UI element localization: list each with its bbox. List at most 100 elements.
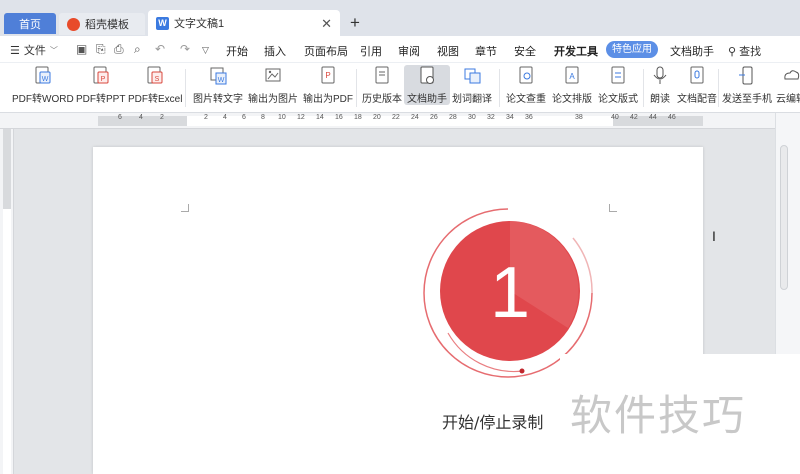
menu-insert[interactable]: 插入	[264, 43, 286, 59]
pdf-to-ppt-button[interactable]: P PDF转PPT	[76, 65, 125, 105]
pdf-to-excel-icon: S	[147, 66, 163, 84]
doc-dubbing-button[interactable]: 文档配音	[677, 65, 717, 105]
image-to-text-label: 图片转文字	[193, 94, 243, 105]
ruler-number: 16	[335, 114, 343, 121]
menu-doc-helper[interactable]: 文档助手	[670, 43, 714, 59]
menu-start[interactable]: 开始	[226, 43, 248, 59]
ruler-number: 28	[449, 114, 457, 121]
chevron-down-icon: ﹀	[49, 45, 58, 55]
redo-icon[interactable]: ↷	[180, 42, 190, 56]
file-menu[interactable]: ☰ 文件 ﹀	[10, 42, 58, 58]
menu-review[interactable]: 审阅	[398, 43, 420, 59]
search-button[interactable]: ⚲ 查找	[728, 43, 761, 59]
tab-home[interactable]: 首页	[4, 13, 56, 34]
menu-view[interactable]: 视图	[437, 43, 459, 59]
ribbon-toolbar: W PDF转WORD P PDF转PPT S PDF转Excel W 图片转文字…	[0, 63, 800, 113]
pdf-to-word-icon: W	[35, 66, 51, 84]
ruler-number: 6	[118, 114, 122, 121]
paper-layout-button[interactable]: A 论文排版	[552, 65, 592, 105]
menu-featured-apps[interactable]: 特色应用	[606, 41, 658, 58]
search-icon: ⚲	[728, 46, 737, 58]
export-pdf-icon: P	[321, 66, 335, 84]
menu-bar: ☰ 文件 ﹀ ▣ ⎘ ⎙ ⌕ ↶ ↷ ▽ 开始 插入 页面布局 引用 审阅 视图…	[0, 36, 800, 63]
export-pdf-label: 输出为PDF	[303, 94, 353, 105]
read-aloud-button[interactable]: 朗读	[650, 65, 670, 105]
ruler-number: 34	[506, 114, 514, 121]
ruler-number: 10	[278, 114, 286, 121]
ring-dot	[519, 368, 525, 374]
export-image-button[interactable]: 输出为图片	[248, 65, 298, 105]
tab-home-label: 首页	[19, 18, 41, 31]
svg-text:P: P	[100, 76, 105, 83]
tab-document[interactable]: W 文字文稿1 ✕	[148, 10, 340, 36]
horizontal-ruler[interactable]: 6 4 2 2 4 6 8 10 12 14 16 18 20 22 24 26…	[0, 113, 775, 129]
paper-format-icon	[611, 66, 625, 84]
microphone-icon	[653, 66, 667, 84]
paper-check-button[interactable]: 论文查重	[506, 65, 546, 105]
ruler-number: 4	[223, 114, 227, 121]
save-as-icon[interactable]: ⎘	[96, 42, 106, 57]
ruler-number: 6	[242, 114, 246, 121]
doc-assistant-label: 文档助手	[407, 94, 447, 105]
image-to-text-button[interactable]: W 图片转文字	[193, 65, 243, 105]
ruler-number: 2	[160, 114, 164, 121]
menu-security[interactable]: 安全	[514, 43, 536, 59]
menu-page-layout[interactable]: 页面布局	[304, 43, 348, 59]
ruler-number: 2	[204, 114, 208, 121]
ribbon-divider	[718, 69, 719, 107]
menu-chapter[interactable]: 章节	[475, 43, 497, 59]
translate-icon	[464, 68, 481, 84]
pdf-to-ppt-icon: P	[93, 66, 109, 84]
save-icon[interactable]: ▣	[76, 42, 87, 56]
hamburger-icon: ☰	[10, 44, 20, 57]
paper-check-label: 论文查重	[506, 94, 546, 105]
vertical-ruler[interactable]	[0, 129, 14, 474]
send-to-phone-button[interactable]: 发送至手机	[722, 65, 772, 105]
cloud-edit-label: 云编辑	[776, 94, 800, 105]
history-version-button[interactable]: 历史版本	[362, 65, 402, 105]
doc-assistant-icon	[420, 66, 434, 84]
translate-button[interactable]: 划词翻译	[452, 65, 492, 105]
text-cursor-icon: I	[712, 228, 716, 244]
ruler-number: 42	[630, 114, 638, 121]
ruler-number: 4	[139, 114, 143, 121]
cloud-edit-icon	[784, 70, 800, 80]
ruler-number: 44	[649, 114, 657, 121]
pdf-to-excel-button[interactable]: S PDF转Excel	[128, 65, 182, 105]
watermark-box: 软件技巧	[560, 354, 800, 474]
doc-assistant-button[interactable]: 文档助手	[404, 65, 450, 105]
watermark-text: 软件技巧	[570, 391, 747, 440]
vertical-scrollbar[interactable]	[780, 145, 788, 290]
pdf-to-ppt-label: PDF转PPT	[76, 94, 126, 105]
print-icon[interactable]: ⎙	[114, 42, 124, 57]
menu-reference[interactable]: 引用	[360, 43, 382, 59]
cloud-edit-button[interactable]: 云编辑	[776, 65, 800, 105]
close-icon[interactable]: ✕	[321, 16, 332, 32]
ribbon-divider	[356, 69, 357, 107]
phone-icon	[739, 66, 753, 85]
customize-chevron-icon[interactable]: ▽	[202, 45, 209, 56]
history-icon	[375, 66, 389, 84]
ruler-number: 46	[668, 114, 676, 121]
svg-text:W: W	[218, 77, 225, 84]
pdf-to-word-button[interactable]: W PDF转WORD	[12, 65, 74, 105]
tab-daoke-template[interactable]: 稻壳模板	[59, 13, 145, 35]
ribbon-divider	[499, 69, 500, 107]
pdf-to-excel-label: PDF转Excel	[128, 94, 183, 105]
ruler-number: 24	[411, 114, 419, 121]
add-tab-button[interactable]: +	[350, 13, 360, 33]
ruler-number: 20	[373, 114, 381, 121]
image-to-text-icon: W	[210, 67, 227, 85]
margin-corner-mark	[181, 204, 189, 212]
print-preview-icon[interactable]: ⌕	[134, 42, 141, 57]
undo-icon[interactable]: ↶	[155, 42, 165, 56]
paper-format-button[interactable]: 论文版式	[598, 65, 638, 105]
read-aloud-label: 朗读	[650, 94, 670, 105]
margin-corner-mark	[609, 204, 617, 212]
start-stop-recording-label[interactable]: 开始/停止录制	[442, 409, 543, 433]
countdown-number: 1	[490, 253, 530, 333]
svg-text:P: P	[325, 71, 330, 80]
menu-developer[interactable]: 开发工具	[554, 43, 598, 59]
export-pdf-button[interactable]: P 输出为PDF	[303, 65, 353, 105]
translate-label: 划词翻译	[452, 94, 492, 105]
